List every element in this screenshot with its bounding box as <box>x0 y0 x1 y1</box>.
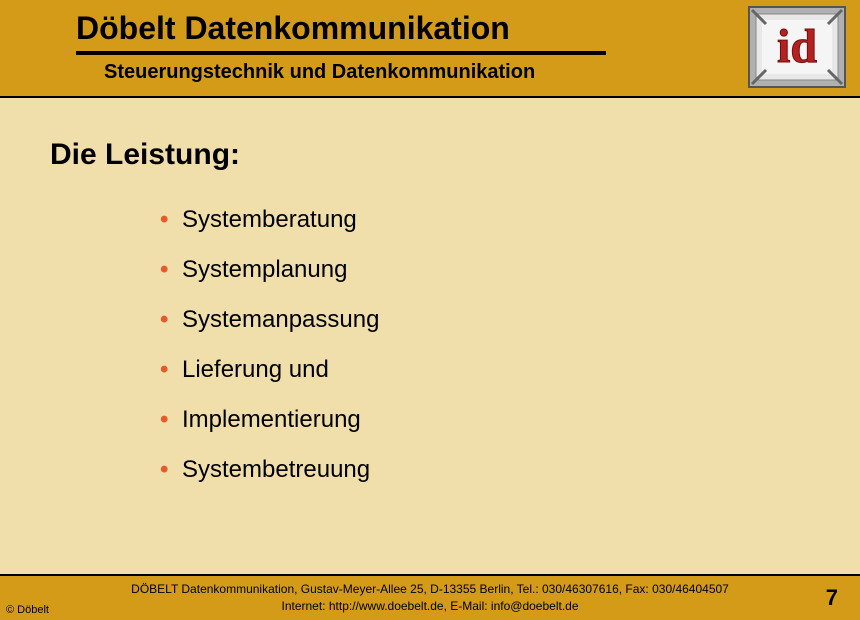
list-item: •Systemanpassung <box>160 306 810 334</box>
list-item: •Implementierung <box>160 406 810 434</box>
page-number: 7 <box>826 585 838 611</box>
bullet-icon: • <box>160 356 182 384</box>
list-item: •Systemberatung <box>160 206 810 234</box>
slide-header: Döbelt Datenkommunikation Steuerungstech… <box>0 0 860 98</box>
svg-text:id: id <box>777 20 817 73</box>
slide-footer: © Döbelt DÖBELT Datenkommunikation, Gust… <box>0 574 860 620</box>
bullet-icon: • <box>160 456 182 484</box>
bullet-text: Systemplanung <box>182 256 347 283</box>
bullet-text: Systemanpassung <box>182 306 379 333</box>
footer-address-line: DÖBELT Datenkommunikation, Gustav-Meyer-… <box>0 581 860 598</box>
slide-content: Die Leistung: •Systemberatung •Systempla… <box>0 98 860 484</box>
list-item: •Lieferung und <box>160 356 810 384</box>
bullet-text: Implementierung <box>182 406 361 433</box>
list-item: •Systemplanung <box>160 256 810 284</box>
footer-contact: DÖBELT Datenkommunikation, Gustav-Meyer-… <box>0 581 860 615</box>
bullet-text: Lieferung und <box>182 356 329 383</box>
footer-web-line: Internet: http://www.doebelt.de, E-Mail:… <box>0 598 860 615</box>
company-logo-icon: id <box>748 6 846 88</box>
title-divider <box>76 51 606 55</box>
bullet-text: Systemberatung <box>182 206 357 233</box>
copyright-text: © Döbelt <box>6 604 49 616</box>
content-heading: Die Leistung: <box>50 138 810 172</box>
bullet-text: Systembetreuung <box>182 456 370 483</box>
company-subtitle: Steuerungstechnik und Datenkommunikation <box>76 61 860 84</box>
bullet-icon: • <box>160 306 182 334</box>
bullet-icon: • <box>160 406 182 434</box>
bullet-icon: • <box>160 206 182 234</box>
bullet-list: •Systemberatung •Systemplanung •Systeman… <box>50 206 810 484</box>
list-item: •Systembetreuung <box>160 456 810 484</box>
header-text-block: Döbelt Datenkommunikation Steuerungstech… <box>0 0 860 84</box>
bullet-icon: • <box>160 256 182 284</box>
company-title: Döbelt Datenkommunikation <box>76 10 860 47</box>
